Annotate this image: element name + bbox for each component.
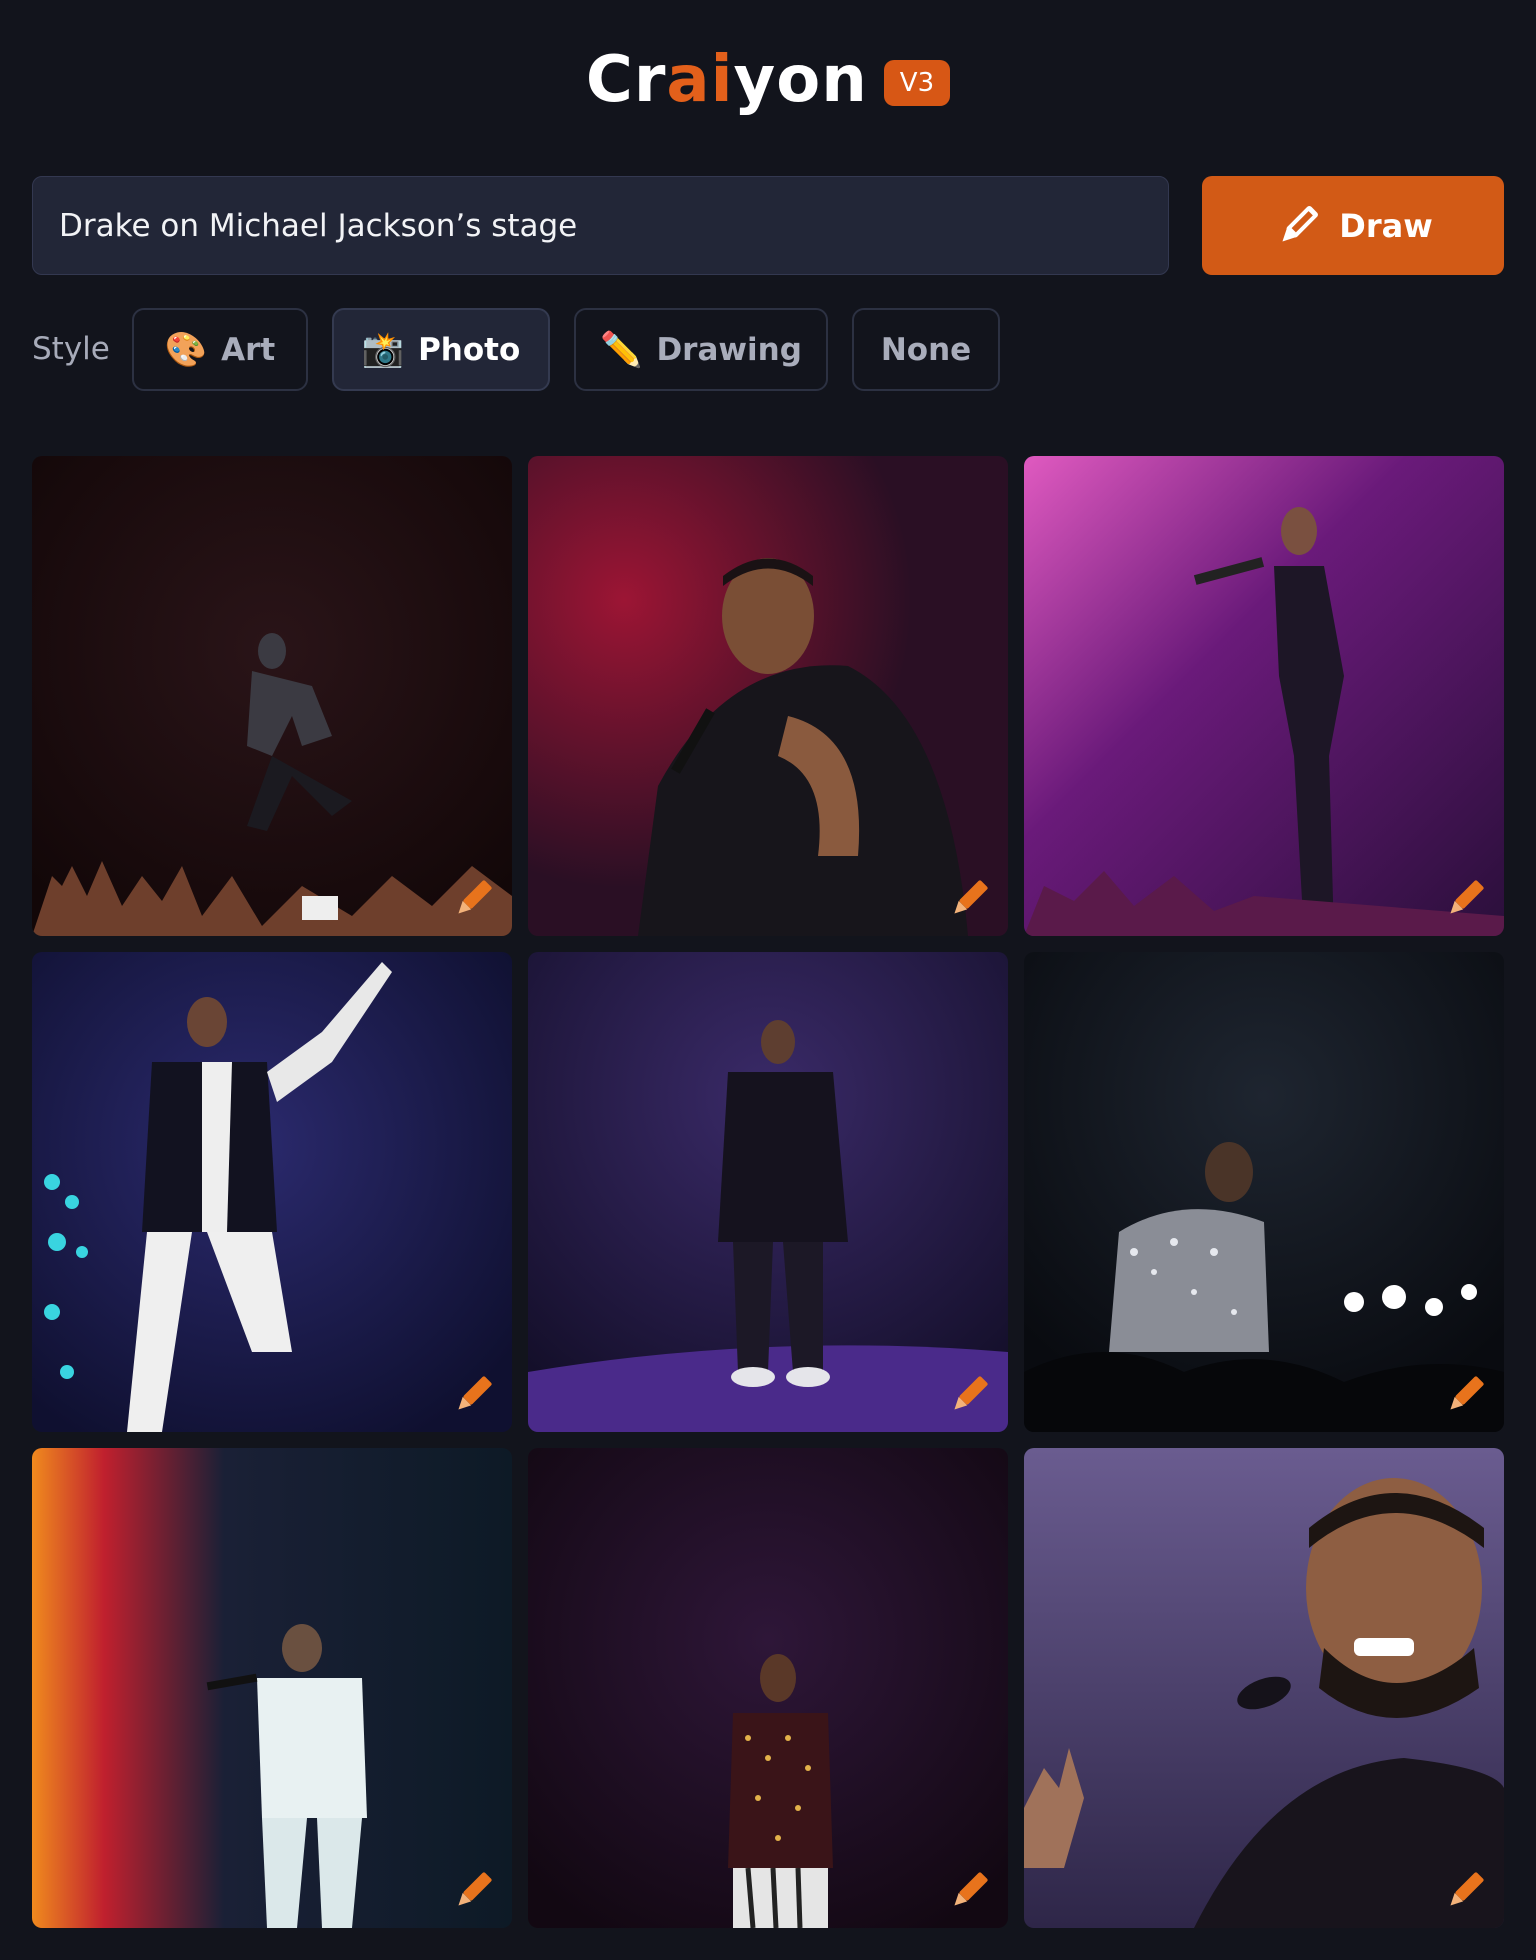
image-gallery — [32, 456, 1504, 1928]
draw-button-label: Draw — [1339, 206, 1433, 245]
pencil-edit-icon[interactable] — [450, 1370, 498, 1418]
header: Craiyon V3 — [0, 40, 1536, 120]
logo-text-accent: ai — [666, 43, 734, 117]
generated-image-1[interactable] — [32, 456, 512, 936]
concert-image — [32, 456, 512, 936]
style-option-drawing[interactable]: ✏️ Drawing — [574, 308, 828, 391]
concert-image — [32, 1448, 512, 1928]
style-option-none[interactable]: None — [852, 308, 1000, 391]
generated-image-3[interactable] — [1024, 456, 1504, 936]
pencil-edit-icon[interactable] — [450, 1866, 498, 1914]
style-option-label: Photo — [418, 331, 521, 368]
logo-text-end: yon — [733, 43, 868, 117]
concert-image — [528, 952, 1008, 1432]
version-badge: V3 — [883, 60, 951, 106]
style-option-label: None — [880, 331, 972, 368]
palette-icon: 🎨 — [164, 329, 208, 370]
pencil-icon — [1282, 205, 1319, 242]
generated-image-4[interactable] — [32, 952, 512, 1432]
pencil-edit-icon[interactable] — [450, 874, 498, 922]
concert-image — [528, 1448, 1008, 1928]
style-option-photo[interactable]: 📸 Photo — [332, 308, 550, 391]
generated-image-2[interactable] — [528, 456, 1008, 936]
pencil-edit-icon[interactable] — [1442, 1866, 1490, 1914]
concert-image — [528, 456, 1008, 936]
pencil-edit-icon[interactable] — [946, 1370, 994, 1418]
style-label: Style — [32, 331, 110, 367]
draw-button[interactable]: Draw — [1202, 176, 1504, 275]
logo-text-start: Cr — [585, 43, 667, 117]
generated-image-6[interactable] — [1024, 952, 1504, 1432]
pencil-icon: ✏️ — [600, 329, 643, 370]
generated-image-7[interactable] — [32, 1448, 512, 1928]
pencil-edit-icon[interactable] — [1442, 1370, 1490, 1418]
style-option-label: Art — [221, 331, 276, 368]
prompt-input[interactable] — [32, 176, 1169, 275]
pencil-edit-icon[interactable] — [1442, 874, 1490, 922]
camera-flash-icon: 📸 — [361, 329, 405, 370]
generated-image-8[interactable] — [528, 1448, 1008, 1928]
style-option-art[interactable]: 🎨 Art — [132, 308, 308, 391]
concert-image — [1024, 1448, 1504, 1928]
generated-image-9[interactable] — [1024, 1448, 1504, 1928]
pencil-edit-icon[interactable] — [946, 1866, 994, 1914]
generated-image-5[interactable] — [528, 952, 1008, 1432]
craiyon-page: Craiyon V3 Draw Style 🎨 Art 📸 Photo ✏️ D… — [0, 0, 1536, 1960]
pencil-edit-icon[interactable] — [946, 874, 994, 922]
concert-image — [1024, 456, 1504, 936]
style-option-label: Drawing — [656, 331, 802, 368]
concert-image — [32, 952, 512, 1432]
craiyon-logo[interactable]: Craiyon — [586, 48, 868, 112]
concert-image — [1024, 952, 1504, 1432]
